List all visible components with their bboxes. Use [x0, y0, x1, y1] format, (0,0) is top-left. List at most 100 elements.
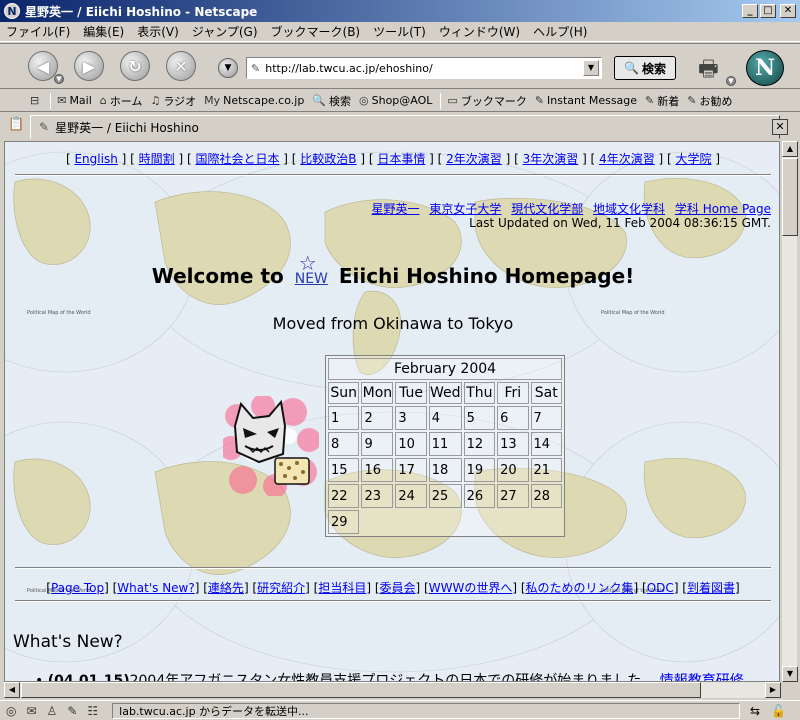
toolbar-search[interactable]: 🔍 検索 — [312, 93, 351, 109]
toolbar-home[interactable]: ⌂ ホーム — [100, 93, 143, 109]
go-menu-button[interactable]: ▼ — [218, 58, 238, 78]
toolbar-radio[interactable]: ♫ ラジオ — [150, 93, 196, 109]
link-department-homepage[interactable]: 学科 Home Page — [675, 202, 771, 216]
horizontal-rule — [15, 600, 771, 602]
link-seminar-year2[interactable]: 2年次演習 — [446, 152, 502, 166]
forward-button[interactable]: ▶ — [74, 51, 104, 81]
toolbar-shop-aol[interactable]: ◎ Shop@AOL — [359, 94, 432, 107]
link-whats-new[interactable]: What's New? — [117, 581, 194, 595]
toolbar-mail[interactable]: ✉ Mail — [57, 94, 92, 107]
calendar-day: 13 — [497, 432, 529, 456]
link-english[interactable]: English — [74, 152, 117, 166]
online-status-icon[interactable]: ⇆ — [750, 704, 760, 718]
link-author-name[interactable]: 星野英一 — [372, 202, 420, 216]
print-dropdown[interactable]: ▼ — [726, 76, 736, 86]
menu-window[interactable]: ウィンドウ(W) — [439, 23, 520, 40]
link-university[interactable]: 東京女子大学 — [429, 202, 501, 216]
sidebar-toggle-icon[interactable]: 📋 — [8, 117, 26, 135]
tab-current[interactable]: ✎ 星野英一 / Eiichi Hoshino — [30, 115, 780, 139]
toolbar-recommended[interactable]: ✎ お勧め — [687, 93, 732, 109]
netscape-logo-icon[interactable]: N — [746, 50, 784, 86]
link-japan-affairs[interactable]: 日本事情 — [377, 152, 425, 166]
link-department[interactable]: 地域文化学科 — [593, 202, 665, 216]
close-window-button[interactable]: ✕ — [780, 4, 796, 18]
calendar-day: 17 — [395, 458, 427, 482]
link-committees[interactable]: 委員会 — [380, 581, 416, 595]
toolbar-netscape-jp[interactable]: My Netscape.co.jp — [204, 94, 304, 107]
link-faculty[interactable]: 現代文化学部 — [511, 202, 583, 216]
aim-icon[interactable]: ♙ — [47, 704, 58, 718]
calendar-day: 23 — [361, 484, 394, 508]
calendar-day: 29 — [328, 510, 360, 534]
calendar-day: 5 — [463, 406, 496, 430]
link-comparative-politics-b[interactable]: 比較政治B — [300, 152, 356, 166]
home-icon: ⌂ — [99, 94, 107, 107]
calendar-day: 12 — [463, 432, 496, 456]
radio-icon: ♫ — [150, 94, 161, 107]
horizontal-scrollbar[interactable]: ◀ ▶ — [4, 682, 781, 698]
news-link[interactable]: 情報教育研修 — [660, 673, 744, 681]
address-book-icon[interactable]: ☷ — [87, 704, 98, 718]
maximize-button[interactable]: □ — [760, 4, 776, 18]
security-lock-icon[interactable]: 🔓 — [771, 704, 786, 718]
url-bar[interactable]: ✎ ▼ — [246, 57, 602, 79]
search-icon: 🔍 — [312, 94, 327, 107]
link-graduate-school[interactable]: 大学院 — [676, 152, 712, 166]
calendar-dow: Sun — [328, 382, 360, 404]
toolbar-new[interactable]: ✎ 新着 — [645, 93, 679, 109]
navigation-toolbar: ◀ ▼ ▶ ↻ ✕ ▼ ✎ ▼ 🔍 検索 🖶 ▼ N — [0, 43, 800, 89]
vertical-scrollbar[interactable]: ▲ ▼ — [781, 141, 798, 682]
link-seminar-year4[interactable]: 4年次演習 — [599, 152, 655, 166]
scroll-left-button[interactable]: ◀ — [4, 682, 20, 698]
link-contact[interactable]: 連絡先 — [208, 581, 244, 595]
navigator-icon[interactable]: ◎ — [6, 704, 16, 718]
link-seminar-year3[interactable]: 3年次演習 — [523, 152, 579, 166]
menu-bookmarks[interactable]: ブックマーク(B) — [271, 23, 361, 40]
search-button[interactable]: 🔍 検索 — [614, 56, 676, 80]
scroll-right-button[interactable]: ▶ — [765, 682, 781, 698]
mail-icon[interactable]: ✉ — [26, 704, 36, 718]
minimize-button[interactable]: _ — [742, 4, 758, 18]
calendar: February 2004 Sun Mon Tue Wed Thu Fri Sa… — [325, 355, 565, 537]
composer-icon[interactable]: ✎ — [67, 704, 77, 718]
menu-go[interactable]: ジャンプ(G) — [192, 23, 258, 40]
toolbar-home-tab-button[interactable]: ⊟ — [30, 94, 42, 107]
link-new-books[interactable]: 到着図書 — [687, 581, 735, 595]
menu-view[interactable]: 表示(V) — [137, 23, 179, 40]
menu-help[interactable]: ヘルプ(H) — [533, 23, 587, 40]
menu-edit[interactable]: 編集(E) — [83, 23, 124, 40]
reload-button[interactable]: ↻ — [120, 51, 150, 81]
calendar-dow: Sat — [530, 382, 562, 404]
calendar-month: February 2004 — [328, 358, 562, 380]
toolbar-bookmarks[interactable]: ▭ ブックマーク — [447, 93, 526, 109]
print-icon[interactable]: 🖶 — [698, 52, 728, 82]
scroll-up-button[interactable]: ▲ — [782, 141, 798, 157]
menu-tools[interactable]: ツール(T) — [373, 23, 426, 40]
toolbar-instant-message[interactable]: ✎ Instant Message — [535, 94, 637, 107]
link-intl-society-japan[interactable]: 国際社会と日本 — [195, 152, 279, 166]
link-timetable[interactable]: 時間割 — [139, 152, 175, 166]
personal-toolbar: ⊟ ✉ Mail ⌂ ホーム ♫ ラジオ My Netscape.co.jp 🔍 検索 ◎… — [0, 90, 800, 112]
url-input[interactable] — [265, 61, 583, 75]
link-courses[interactable]: 担当科目 — [318, 581, 366, 595]
url-history-dropdown[interactable]: ▼ — [583, 60, 599, 76]
link-odc[interactable]: ODC — [647, 581, 674, 595]
link-page-top[interactable]: Page Top — [51, 581, 104, 595]
calendar-day: 14 — [530, 432, 562, 456]
calendar-day: 10 — [395, 432, 427, 456]
calendar-empty-cell — [497, 510, 528, 534]
cat-illustration — [219, 394, 321, 498]
vertical-scroll-thumb[interactable] — [782, 158, 798, 236]
window-titlebar[interactable]: N 星野英一 / Eiichi Hoshino - Netscape _ □ ✕ — [0, 0, 800, 22]
link-my-links[interactable]: 私のためのリンク集 — [526, 581, 634, 595]
menu-file[interactable]: ファイル(F) — [6, 23, 70, 40]
stop-button[interactable]: ✕ — [166, 51, 196, 81]
horizontal-scroll-thumb[interactable] — [21, 682, 701, 698]
link-www-world[interactable]: WWWの世界へ — [429, 581, 513, 595]
top-nav-links: [ English ] [ 時間割 ] [ 国際社会と日本 ] [ 比較政治B … — [65, 152, 721, 166]
scroll-down-button[interactable]: ▼ — [782, 666, 798, 682]
close-tab-button[interactable]: ✕ — [772, 119, 788, 135]
search-button-label: 検索 — [641, 61, 666, 76]
back-history-dropdown[interactable]: ▼ — [54, 74, 64, 84]
link-research[interactable]: 研究紹介 — [257, 581, 305, 595]
